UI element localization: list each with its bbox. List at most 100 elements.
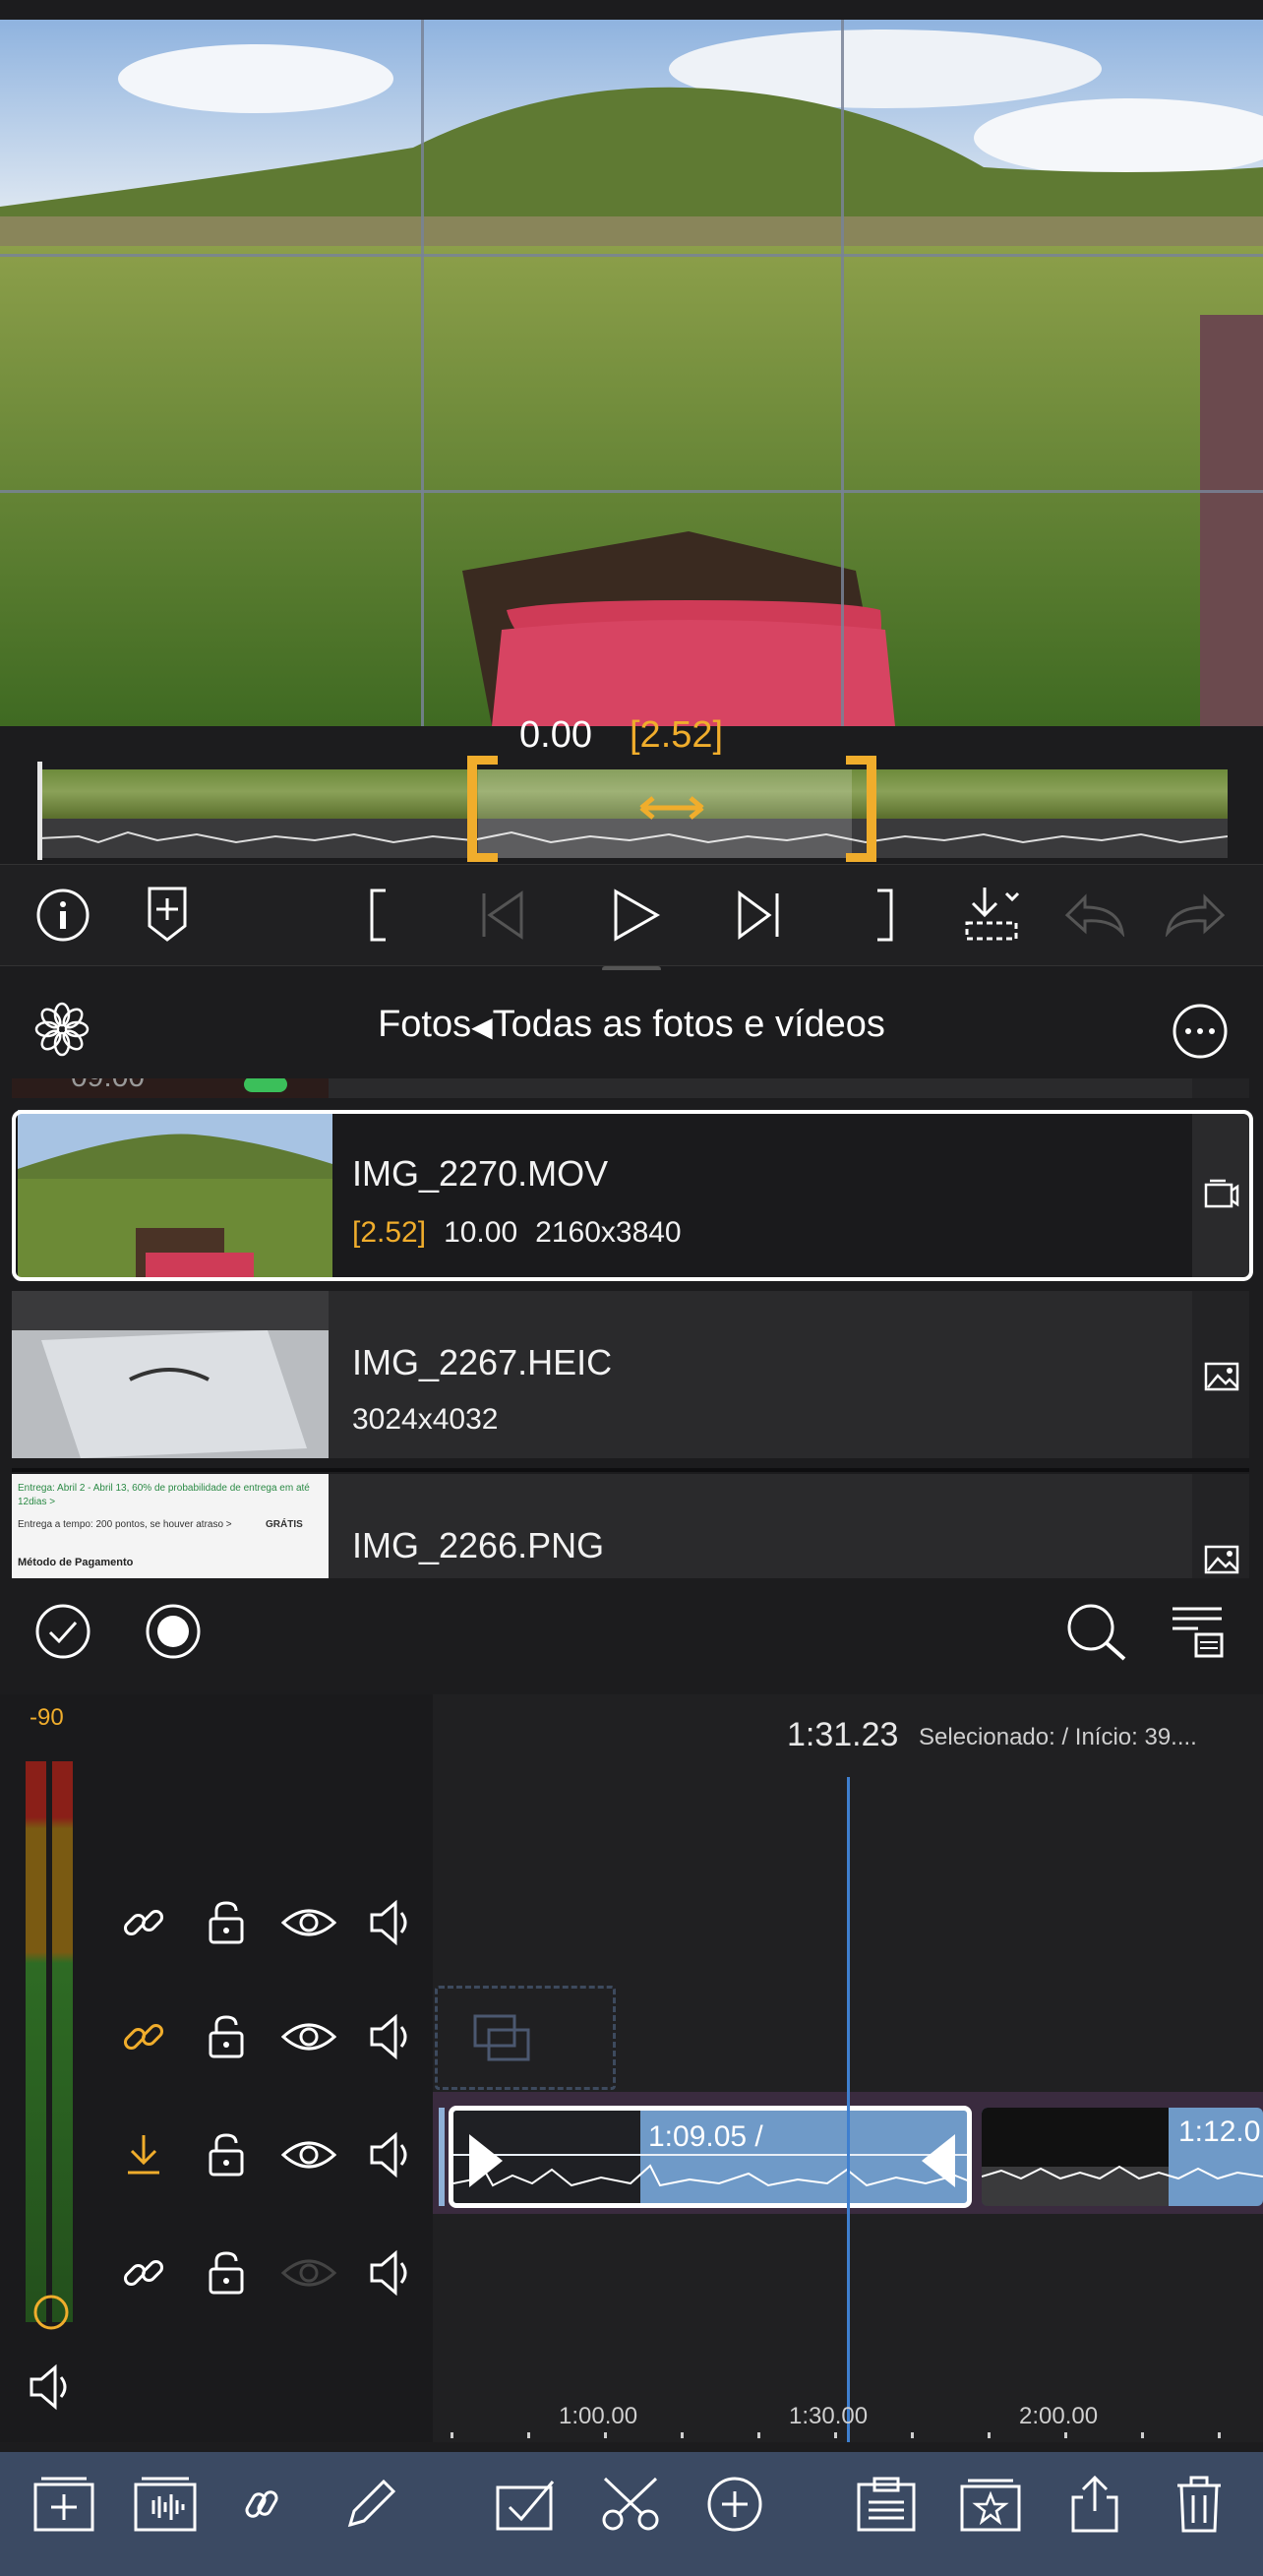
browser-more-button[interactable] bbox=[1169, 1000, 1232, 1063]
marker-icon bbox=[148, 887, 187, 942]
play-icon bbox=[614, 889, 661, 942]
track-speaker-icon[interactable] bbox=[364, 1897, 419, 1948]
video-preview[interactable] bbox=[0, 20, 1263, 728]
empty-video-slot[interactable] bbox=[435, 1986, 616, 2090]
video-icon bbox=[1204, 1179, 1239, 1208]
favorites-button[interactable] bbox=[956, 2470, 1025, 2539]
track-speaker-icon[interactable] bbox=[364, 2129, 419, 2180]
delete-button[interactable] bbox=[1165, 2470, 1233, 2539]
eye-icon[interactable] bbox=[281, 2019, 336, 2055]
film-clip-icon bbox=[473, 2014, 530, 2061]
in-bracket-handle[interactable] bbox=[464, 756, 506, 862]
link-icon[interactable] bbox=[120, 2249, 167, 2297]
go-to-end-button[interactable] bbox=[730, 886, 789, 945]
unlock-icon[interactable] bbox=[207, 2013, 246, 2060]
unlock-icon[interactable] bbox=[207, 1899, 246, 1946]
record-button[interactable] bbox=[142, 1600, 205, 1663]
track-speaker-icon[interactable] bbox=[364, 2247, 419, 2299]
media-name: IMG_2266.PNG bbox=[352, 1525, 605, 1565]
info-button[interactable] bbox=[33, 886, 92, 945]
redo-button[interactable] bbox=[1163, 886, 1228, 945]
skip-back-icon bbox=[482, 890, 523, 940]
speaker-icon[interactable] bbox=[26, 2361, 77, 2413]
eye-icon[interactable] bbox=[281, 1905, 336, 1940]
meter-gain-knob[interactable] bbox=[31, 2293, 71, 2332]
ruler-tick-label: 2:00.00 bbox=[1019, 2403, 1099, 2429]
clip-out-handle-icon[interactable] bbox=[918, 2130, 959, 2191]
select-clip-button[interactable] bbox=[492, 2470, 561, 2539]
media-name: IMG_2270.MOV bbox=[352, 1153, 609, 1194]
media-row[interactable]: IMG_2270.MOV [2.52] 10.00 2160x3840 bbox=[12, 1110, 1249, 1277]
grid-line-v1 bbox=[421, 20, 424, 726]
info-icon bbox=[36, 889, 90, 942]
audio-meter bbox=[26, 1761, 75, 2322]
audio-clip-icon bbox=[134, 2477, 197, 2532]
undo-button[interactable] bbox=[1062, 886, 1127, 945]
redo-icon bbox=[1165, 893, 1226, 937]
media-row[interactable]: IMG_2267.HEIC 3024x4032 bbox=[12, 1291, 1249, 1458]
selection-info: Selecionado: / Início: 39.... bbox=[919, 1724, 1197, 1750]
search-button[interactable] bbox=[1062, 1600, 1131, 1663]
eye-hidden-icon[interactable] bbox=[281, 2255, 336, 2291]
clip-time-label: 1:12.0 bbox=[1178, 2116, 1261, 2148]
share-button[interactable] bbox=[1060, 2470, 1129, 2539]
media-in-out: [2.52] bbox=[352, 1216, 427, 1249]
thumb-text-1: Entrega: Abril 2 - Abril 13, 60% de prob… bbox=[18, 1483, 310, 1507]
skip-forward-icon bbox=[738, 890, 779, 940]
sort-filter-button[interactable] bbox=[1167, 1600, 1228, 1663]
go-to-start-button[interactable] bbox=[472, 886, 531, 945]
link-broken-icon[interactable] bbox=[120, 2013, 167, 2060]
undo-icon bbox=[1064, 893, 1125, 937]
breadcrumb-source[interactable]: Fotos bbox=[378, 1004, 471, 1045]
meter-channel-left bbox=[26, 1761, 47, 2322]
media-meta: [2.52] 10.00 2160x3840 bbox=[352, 1216, 682, 1250]
clip-in-handle-icon[interactable] bbox=[465, 2130, 507, 2191]
grid-line-v2 bbox=[841, 20, 844, 726]
timeline-clip-selected[interactable]: 1:09.05 / bbox=[449, 2106, 972, 2208]
split-button[interactable] bbox=[596, 2470, 665, 2539]
scrub-playhead[interactable] bbox=[37, 762, 42, 860]
set-out-button[interactable] bbox=[866, 886, 905, 945]
browser-breadcrumb[interactable]: Fotos◀Todas as fotos e vídeos bbox=[0, 1004, 1263, 1046]
grid-line-h1 bbox=[0, 254, 1263, 257]
insert-menu-button[interactable] bbox=[958, 882, 1029, 947]
play-button[interactable] bbox=[602, 882, 669, 949]
download-arrow-icon[interactable] bbox=[124, 2131, 163, 2178]
media-row[interactable]: Entrega: Abril 2 - Abril 13, 60% de prob… bbox=[12, 1474, 1249, 1578]
timeline-playhead[interactable] bbox=[847, 1777, 850, 2442]
track-speaker-icon[interactable] bbox=[364, 2011, 419, 2062]
unlock-icon[interactable] bbox=[207, 2249, 246, 2297]
bracket-in-icon bbox=[370, 889, 386, 942]
edit-button[interactable] bbox=[338, 2470, 401, 2539]
partial-thumbnail: 09:00 bbox=[12, 1078, 329, 1098]
set-in-button[interactable] bbox=[358, 886, 397, 945]
out-bracket-handle[interactable] bbox=[838, 756, 879, 862]
link-clips-button[interactable] bbox=[232, 2470, 291, 2539]
preview-frame bbox=[0, 20, 1263, 726]
timeline-ruler[interactable]: 1:00.00 1:30.00 2:00.00 bbox=[433, 2401, 1263, 2440]
unlock-icon[interactable] bbox=[207, 2131, 246, 2178]
link-icon[interactable] bbox=[120, 1899, 167, 1946]
add-clip-icon bbox=[33, 2477, 94, 2532]
clip-time-label: 1:09.05 / bbox=[648, 2120, 763, 2153]
more-icon bbox=[1173, 1004, 1228, 1059]
add-audio-button[interactable] bbox=[130, 2470, 201, 2539]
checkbox-icon bbox=[496, 2481, 555, 2531]
timeline-clip[interactable]: 1:12.0 bbox=[982, 2108, 1263, 2206]
add-clip-button[interactable] bbox=[30, 2470, 98, 2539]
slide-arrows-icon[interactable] bbox=[637, 793, 706, 823]
media-row-partial[interactable]: 09:00 bbox=[12, 1078, 1249, 1098]
clipboard-button[interactable] bbox=[852, 2470, 921, 2539]
add-transition-button[interactable] bbox=[700, 2470, 769, 2539]
photo-icon bbox=[1204, 1545, 1239, 1574]
breadcrumb-album[interactable]: Todas as fotos e vídeos bbox=[493, 1004, 885, 1045]
media-thumbnail bbox=[12, 1291, 329, 1458]
add-marker-button[interactable] bbox=[138, 882, 197, 947]
eye-icon[interactable] bbox=[281, 2137, 336, 2173]
pencil-icon bbox=[347, 2479, 396, 2528]
scrub-time: 0.00 bbox=[519, 714, 592, 756]
media-list[interactable]: 09:00 IMG_2270.MOV [2.52] 10.00 2160x3840 bbox=[0, 1078, 1263, 1578]
insert-down-icon bbox=[965, 888, 1020, 941]
select-button[interactable] bbox=[31, 1600, 94, 1663]
star-folder-icon bbox=[960, 2479, 1021, 2532]
